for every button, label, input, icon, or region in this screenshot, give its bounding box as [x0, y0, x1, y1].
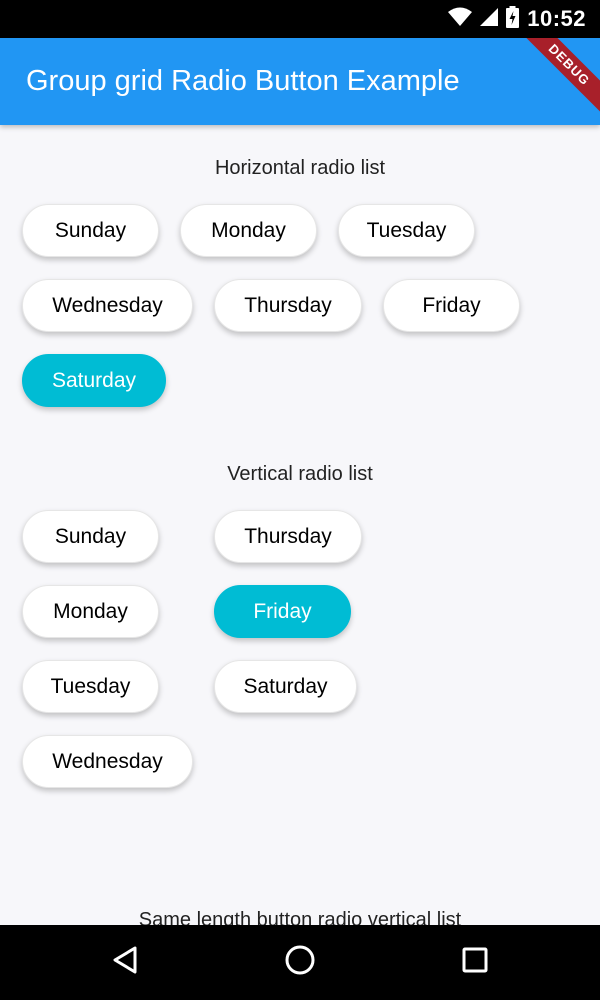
vertical-radio-monday[interactable]: Monday [22, 585, 159, 638]
radio-label: Thursday [244, 524, 332, 548]
horizontal-radio-sunday[interactable]: Sunday [22, 204, 159, 257]
horizontal-radio-thursday[interactable]: Thursday [214, 279, 362, 332]
radio-label: Thursday [244, 293, 332, 317]
back-button[interactable] [75, 925, 175, 1000]
status-time: 10:52 [527, 6, 586, 31]
vertical-radio-thursday[interactable]: Thursday [214, 510, 362, 563]
horizontal-list-title: Horizontal radio list [214, 157, 386, 179]
navigation-bar [0, 925, 600, 1000]
home-button[interactable] [250, 925, 350, 1000]
app-bar: Group grid Radio Button Example DEBUG [0, 38, 600, 125]
back-icon [111, 945, 139, 980]
app-title: Group grid Radio Button Example [26, 65, 460, 97]
horizontal-radio-saturday[interactable]: Saturday [22, 354, 166, 407]
horizontal-radio-friday[interactable]: Friday [383, 279, 520, 332]
radio-label: Saturday [243, 674, 328, 698]
home-icon [284, 944, 316, 981]
vertical-radio-wednesday[interactable]: Wednesday [22, 735, 193, 788]
vertical-radio-friday[interactable]: Friday [214, 585, 351, 638]
recents-icon [461, 946, 489, 979]
vertical-radio-tuesday[interactable]: Tuesday [22, 660, 159, 713]
radio-label: Sunday [54, 218, 127, 242]
horizontal-radio-wednesday[interactable]: Wednesday [22, 279, 193, 332]
debug-banner: DEBUG [515, 38, 600, 119]
radio-label: Monday [53, 599, 128, 623]
radio-label: Tuesday [50, 674, 131, 698]
battery-icon [506, 5, 520, 33]
status-icons: 10:52 [448, 0, 586, 38]
vertical-list-title: Vertical radio list [227, 463, 373, 485]
cell-signal-icon [480, 7, 499, 32]
wifi-icon [448, 7, 473, 32]
radio-label: Friday [253, 599, 312, 623]
radio-label: Friday [422, 293, 481, 317]
radio-label: Tuesday [366, 218, 447, 242]
vertical-radio-sunday[interactable]: Sunday [22, 510, 159, 563]
radio-label: Wednesday [52, 293, 163, 317]
horizontal-radio-tuesday[interactable]: Tuesday [338, 204, 475, 257]
radio-label: Monday [211, 218, 286, 242]
radio-label: Sunday [54, 524, 127, 548]
status-bar: 10:52 [0, 0, 600, 38]
horizontal-radio-monday[interactable]: Monday [180, 204, 317, 257]
radio-label: Wednesday [52, 749, 163, 773]
recents-button[interactable] [425, 925, 525, 1000]
radio-label: Saturday [51, 368, 137, 392]
vertical-radio-saturday[interactable]: Saturday [214, 660, 357, 713]
